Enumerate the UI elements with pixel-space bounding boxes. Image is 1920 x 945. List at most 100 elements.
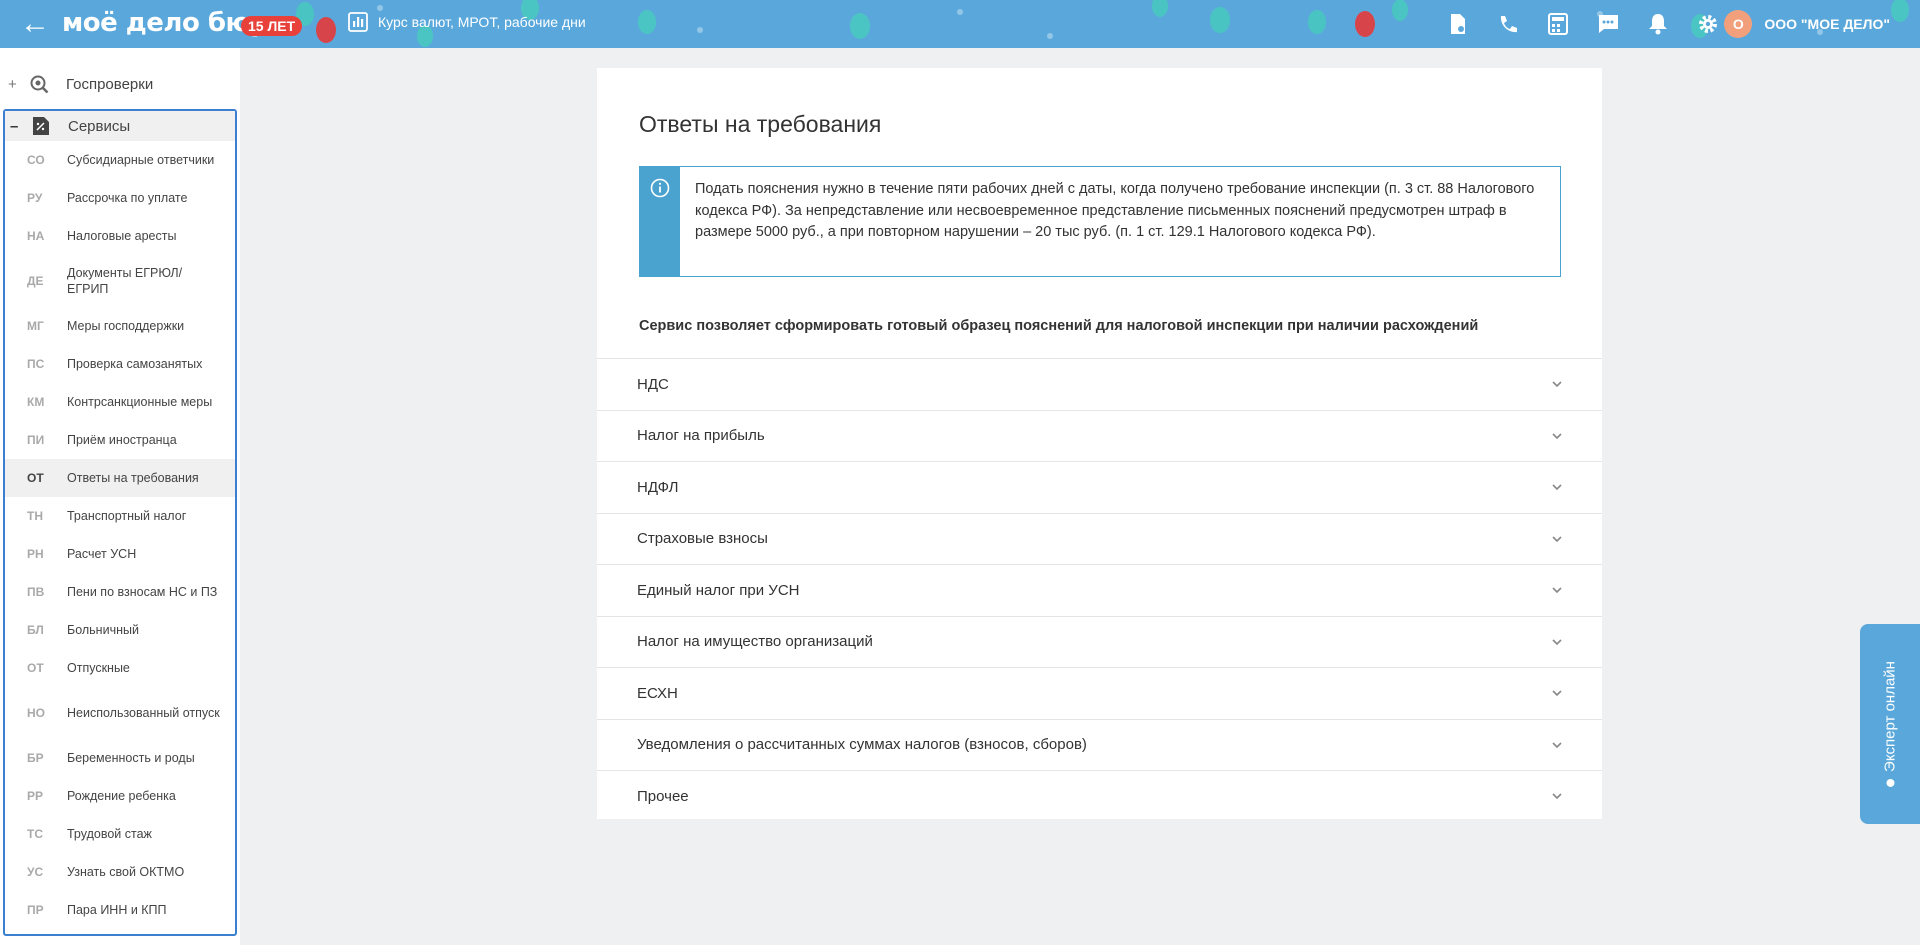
sidebar-item-abbr: УС bbox=[27, 865, 44, 879]
sidebar-item-label: Трудовой стаж bbox=[67, 827, 152, 841]
expand-icon: + bbox=[8, 75, 17, 93]
sidebar-item-label: Расчет УСН bbox=[67, 547, 137, 561]
services-icon bbox=[30, 115, 52, 137]
collapse-icon: – bbox=[10, 117, 19, 135]
accordion-item-7[interactable]: Уведомления о рассчитанных суммах налого… bbox=[597, 718, 1602, 771]
bell-icon[interactable] bbox=[1646, 12, 1670, 36]
rates-link[interactable]: Курс валют, МРОТ, рабочие дни bbox=[348, 12, 586, 32]
sidebar-item-abbr: ПВ bbox=[27, 585, 45, 599]
sidebar-item-label: Отпускные bbox=[67, 661, 130, 675]
sidebar-item-label: Документы ЕГРЮЛ/ ЕГРИП bbox=[67, 266, 183, 296]
chevron-down-icon bbox=[1552, 432, 1562, 439]
info-callout: Подать пояснения нужно в течение пяти ра… bbox=[639, 166, 1561, 277]
services-list: СО Субсидиарные ответчики РУ Рассрочка по у… bbox=[5, 141, 235, 929]
sidebar-item-label: Меры господдержки bbox=[67, 319, 185, 333]
sidebar-item-17[interactable]: ТС Трудовой стаж bbox=[5, 815, 235, 853]
sidebar-item-abbr: ПР bbox=[27, 903, 44, 917]
sidebar-group-gosprov[interactable]: + Госпроверки bbox=[0, 65, 240, 103]
sidebar-item-abbr: ПС bbox=[27, 357, 45, 371]
sidebar-item-label: Рассрочка по уплате bbox=[67, 191, 188, 205]
chevron-down-icon bbox=[1552, 484, 1562, 491]
accordion-item-8[interactable]: Прочее bbox=[597, 770, 1602, 822]
sidebar-item-label: Беременность и роды bbox=[67, 751, 195, 765]
gear-icon[interactable] bbox=[1696, 12, 1720, 36]
accordion-item-label: Налог на имущество организаций bbox=[637, 633, 873, 651]
phone-icon[interactable] bbox=[1496, 12, 1520, 36]
sidebar-item-abbr: ТС bbox=[27, 827, 43, 841]
accordion-item-label: ЕСХН bbox=[637, 684, 678, 702]
sidebar-item-label: Контрсанкционные меры bbox=[67, 395, 213, 409]
sidebar-item-label: Узнать свой ОКТМО bbox=[67, 865, 185, 879]
chat-icon[interactable] bbox=[1596, 12, 1620, 36]
sidebar-group-services[interactable]: – Сервисы bbox=[5, 111, 235, 141]
sidebar-item-label: Пара ИНН и КПП bbox=[67, 903, 167, 917]
sidebar-item-7[interactable]: ПИ Приём иностранца bbox=[5, 421, 235, 459]
accordion-item-1[interactable]: Налог на прибыль bbox=[597, 409, 1602, 462]
sidebar-item-5[interactable]: ПС Проверка самозанятых bbox=[5, 345, 235, 383]
accordion-item-0[interactable]: НДС bbox=[597, 358, 1602, 410]
calculator-icon[interactable] bbox=[1546, 12, 1570, 36]
sidebar-item-4[interactable]: МГ Меры господдержки bbox=[5, 307, 235, 345]
sidebar-item-2[interactable]: НА Налоговые аресты bbox=[5, 217, 235, 255]
accordion-item-5[interactable]: Налог на имущество организаций bbox=[597, 615, 1602, 668]
sidebar-item-18[interactable]: УС Узнать свой ОКТМО bbox=[5, 853, 235, 891]
sidebar-item-19[interactable]: ПР Пара ИНН и КПП bbox=[5, 891, 235, 929]
sidebar-item-abbr: ТН bbox=[27, 509, 43, 523]
sidebar-item-8[interactable]: ОТ Ответы на требования bbox=[5, 459, 235, 497]
org-name: ООО "МОЕ ДЕЛО" bbox=[1764, 16, 1890, 32]
sidebar-item-label: Больничный bbox=[67, 623, 139, 637]
accordion-item-label: Единый налог при УСН bbox=[637, 581, 800, 599]
sidebar-item-12[interactable]: БЛ Больничный bbox=[5, 611, 235, 649]
sidebar: + Госпроверки – Сервисы СО Субсидиарные о… bbox=[0, 48, 240, 945]
info-callout-bar bbox=[640, 167, 680, 276]
accordion-item-4[interactable]: Единый налог при УСН bbox=[597, 564, 1602, 616]
sidebar-item-label: Субсидиарные ответчики bbox=[67, 153, 215, 167]
sidebar-item-abbr: БЛ bbox=[27, 623, 44, 637]
sidebar-item-abbr: ОТ bbox=[27, 661, 44, 675]
sidebar-item-6[interactable]: КМ Контрсанкционные меры bbox=[5, 383, 235, 421]
accordion-item-2[interactable]: НДФЛ bbox=[597, 461, 1602, 513]
sidebar-group-label: Сервисы bbox=[68, 117, 131, 135]
accordion-item-6[interactable]: ЕСХН bbox=[597, 667, 1602, 719]
sidebar-item-15[interactable]: БР Беременность и роды bbox=[5, 739, 235, 777]
chevron-down-icon bbox=[1552, 741, 1562, 748]
accordion-item-label: Страховые взносы bbox=[637, 530, 768, 548]
sidebar-item-label: Рождение ребенка bbox=[67, 789, 176, 803]
accordion-item-label: Налог на прибыль bbox=[637, 427, 765, 445]
chevron-down-icon bbox=[1552, 535, 1562, 542]
sidebar-item-abbr: ОТ bbox=[27, 471, 44, 485]
expert-online-label: Эксперт онлайн bbox=[1881, 661, 1899, 772]
sidebar-item-label: Пени по взносам НС и ПЗ bbox=[67, 585, 218, 599]
sidebar-item-1[interactable]: РУ Рассрочка по уплате bbox=[5, 179, 235, 217]
sidebar-item-13[interactable]: ОТ Отпускные bbox=[5, 649, 235, 687]
sidebar-group-label: Госпроверки bbox=[66, 75, 154, 93]
main-card: Ответы на требования Подать пояснения ну… bbox=[597, 68, 1602, 819]
sidebar-item-16[interactable]: РР Рождение ребенка bbox=[5, 777, 235, 815]
sidebar-item-10[interactable]: РН Расчет УСН bbox=[5, 535, 235, 573]
sidebar-item-14[interactable]: НО Неиспользованный отпуск bbox=[5, 687, 235, 739]
chevron-down-icon bbox=[1552, 690, 1562, 697]
sidebar-item-abbr: СО bbox=[27, 153, 45, 167]
chevron-down-icon bbox=[1552, 587, 1562, 594]
org-selector[interactable]: О ООО "МОЕ ДЕЛО" bbox=[1724, 10, 1890, 38]
accordion-item-3[interactable]: Страховые взносы bbox=[597, 512, 1602, 565]
header-icons bbox=[1446, 0, 1720, 48]
document-icon[interactable] bbox=[1446, 12, 1470, 36]
sidebar-item-abbr: РУ bbox=[27, 191, 43, 205]
chevron-down-icon bbox=[1552, 638, 1562, 645]
sidebar-item-0[interactable]: СО Субсидиарные ответчики bbox=[5, 141, 235, 179]
expert-online-button[interactable]: Эксперт онлайн bbox=[1860, 624, 1920, 824]
info-icon bbox=[650, 178, 670, 198]
sidebar-item-11[interactable]: ПВ Пени по взносам НС и ПЗ bbox=[5, 573, 235, 611]
sidebar-item-abbr: НА bbox=[27, 229, 45, 243]
sidebar-item-9[interactable]: ТН Транспортный налог bbox=[5, 497, 235, 535]
accordion-item-label: НДФЛ bbox=[637, 478, 679, 496]
sidebar-item-label: Приём иностранца bbox=[67, 433, 177, 447]
sidebar-item-3[interactable]: ДЕ Документы ЕГРЮЛ/ ЕГРИП bbox=[5, 255, 235, 307]
page-title: Ответы на требования bbox=[639, 111, 882, 137]
chevron-down-icon bbox=[1552, 381, 1562, 388]
sidebar-item-label: Налоговые аресты bbox=[67, 229, 177, 243]
back-arrow-icon[interactable]: ← bbox=[18, 7, 52, 41]
sidebar-item-abbr: РР bbox=[27, 789, 44, 803]
info-text: Подать пояснения нужно в течение пяти ра… bbox=[695, 181, 1535, 240]
